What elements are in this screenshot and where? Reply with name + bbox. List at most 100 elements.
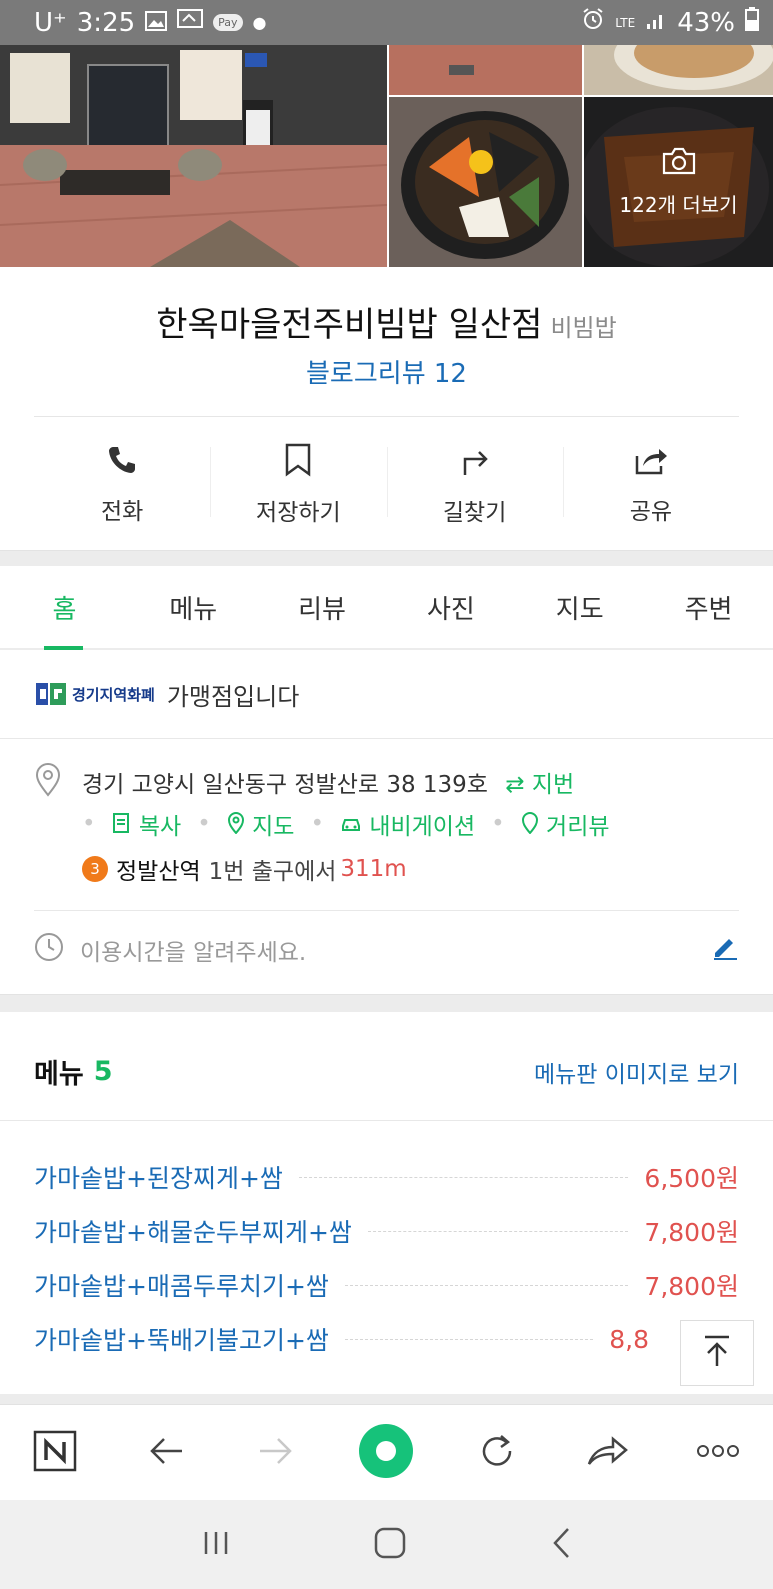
place-header: 한옥마을전주비빔밥 일산점 비빔밥 블로그리뷰 12 [0,267,773,417]
dotted-leader [344,1284,629,1286]
streetview-icon [521,812,539,840]
back-button[interactable] [134,1421,198,1485]
clock-icon [34,932,64,968]
tab-nearby[interactable]: 주변 [644,566,773,648]
place-name: 한옥마을전주비빔밥 일산점 [156,305,543,345]
bullet: • [82,811,96,837]
save-button[interactable]: 저장하기 [210,425,386,545]
local-currency-logo-text: 경기지역화폐 [72,685,155,704]
tab-map[interactable]: 지도 [515,566,644,648]
pavement-photo[interactable] [389,45,582,95]
menu-item[interactable]: 가마솥밥+뚝배기불고기+쌈 8,8 [34,1312,739,1366]
arrow-left-icon [148,1436,184,1470]
action-bar: 전화 저장하기 길찾기 공유 [34,425,739,545]
camera-icon [661,146,697,181]
copy-icon [112,813,132,840]
divider [34,416,739,417]
jibun-toggle[interactable]: ⇄ 지번 [505,772,574,798]
tab-menu[interactable]: 메뉴 [129,566,258,648]
directions-icon [459,443,491,483]
gyeonggi-logo-icon [34,679,68,709]
tab-photo[interactable]: 사진 [386,566,515,648]
menu-item-name: 가마솥밥+해물순두부찌게+쌈 [34,1218,352,1247]
home-button[interactable] [373,1526,407,1564]
photo-gallery: 122개 더보기 [0,45,773,267]
directions-button[interactable]: 길찾기 [386,425,563,545]
jibun-label: 지번 [531,772,575,798]
local-currency-text: 가맹점입니다 [166,682,300,711]
share-arrow-icon [586,1434,629,1472]
hours-placeholder: 이용시간을 알려주세요. [80,940,307,966]
menu-item[interactable]: 가마솥밥+된장찌게+쌈 6,500원 [34,1150,739,1204]
carrier-label: U⁺ [34,7,67,38]
bookmark-icon [284,443,312,483]
signal-icon [645,8,667,38]
navigation-link[interactable]: 내비게이션 [340,807,475,841]
menu-item-price: 7,800원 [644,1218,739,1247]
tab-home[interactable]: 홈 [0,566,129,650]
streetview-label: 거리뷰 [546,814,610,840]
screenshot-icon [177,8,204,38]
more-dots-icon [695,1443,741,1463]
section-gap [0,994,773,1012]
call-button[interactable]: 전화 [34,425,210,545]
recent-apps-button[interactable] [201,1529,231,1561]
more-menu-button[interactable] [686,1421,750,1485]
section-gap [0,1394,773,1404]
menu-item[interactable]: 가마솥밥+해물순두부찌게+쌈 7,800원 [34,1204,739,1258]
tab-bar: 홈 메뉴 리뷰 사진 지도 주변 [0,566,773,650]
menu-header: 메뉴 5 메뉴판 이미지로 보기 [34,1052,739,1091]
naver-home-button[interactable] [23,1421,87,1485]
menu-count: 5 [93,1056,113,1087]
soup-photo[interactable] [584,45,773,95]
streetview-link[interactable]: 거리뷰 [521,807,610,841]
car-icon [340,814,362,840]
tab-review[interactable]: 리뷰 [258,566,387,648]
divider [0,738,773,739]
edit-icon[interactable] [711,933,739,967]
blog-review-link[interactable]: 블로그리뷰 12 [0,353,773,390]
swap-icon: ⇄ [505,772,525,798]
green-dot-button[interactable] [354,1421,418,1485]
business-hours-row[interactable]: 이용시간을 알려주세요. [34,928,739,972]
place-category: 비빔밥 [550,314,617,342]
share-page-button[interactable] [575,1421,639,1485]
dotted-leader [298,1176,629,1178]
reload-button[interactable] [465,1421,529,1485]
local-currency-banner[interactable]: 경기지역화폐 가맹점입니다 [34,672,299,716]
bibimbap-photo[interactable] [389,97,582,267]
scroll-to-top-button[interactable] [680,1320,754,1386]
address-row: 경기 고양시 일산동구 정발산로 38 139호 ⇄ 지번 [82,765,574,799]
more-photos-tile[interactable]: 122개 더보기 [584,97,773,267]
local-currency-logo: 경기지역화폐 [34,679,155,709]
subway-line-badge: 3 [82,856,108,882]
menu-board-link[interactable]: 메뉴판 이미지로 보기 [534,1055,739,1089]
alarm-icon [581,7,605,38]
call-label: 전화 [100,499,144,525]
forward-button[interactable] [244,1421,308,1485]
copy-link[interactable]: 복사 [112,807,182,841]
station-name: 정발산역 [116,859,201,885]
gallery-icon [145,8,168,38]
system-back-button[interactable] [550,1526,572,1564]
directions-label: 길찾기 [442,500,507,526]
menu-item-price: 7,800원 [644,1272,739,1301]
menu-item-name: 가마솥밥+된장찌게+쌈 [34,1164,283,1193]
dotted-leader [344,1338,594,1340]
divider [0,1120,773,1121]
share-icon [633,444,669,482]
section-gap [0,550,773,566]
naver-n-icon [33,1430,77,1476]
copy-label: 복사 [138,814,182,840]
menu-list: 가마솥밥+된장찌게+쌈 6,500원 가마솥밥+해물순두부찌게+쌈 7,800원… [34,1150,739,1366]
navigation-label: 내비게이션 [369,814,476,840]
storefront-photo[interactable] [0,45,387,267]
menu-item[interactable]: 가마솥밥+매콤두루치기+쌈 7,800원 [34,1258,739,1312]
notification-dot-icon: ● [252,13,267,32]
map-link[interactable]: 지도 [227,807,294,841]
network-label: LTE [615,15,636,30]
share-button[interactable]: 공유 [562,425,739,545]
menu-title: 메뉴 [34,1059,84,1090]
station-exit: 1번 출구에서 [208,859,337,885]
menu-item-name: 가마솥밥+매콤두루치기+쌈 [34,1272,329,1301]
